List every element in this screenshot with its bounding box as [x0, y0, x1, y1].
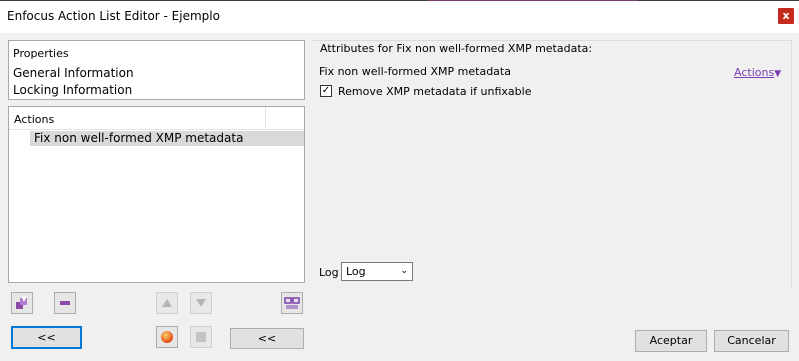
collapse-left-button[interactable]: <<: [11, 326, 82, 349]
actions-list-header: Actions: [9, 107, 304, 130]
properties-header: Properties: [13, 47, 69, 60]
actions-link-label[interactable]: Actions: [734, 66, 774, 79]
add-action-icon: [16, 296, 27, 309]
window-title: Enfocus Action List Editor - Ejemplo: [7, 9, 220, 23]
stop-button[interactable]: [190, 326, 212, 348]
chevron-down-icon[interactable]: ▼: [774, 69, 781, 79]
cancel-button[interactable]: Cancelar: [714, 330, 789, 352]
record-button[interactable]: [156, 326, 178, 348]
move-up-button[interactable]: [156, 292, 178, 314]
action-name: Fix non well-formed XMP metadata: [319, 65, 511, 78]
column-separator[interactable]: [265, 107, 266, 129]
glasses-icon: [284, 297, 300, 309]
attributes-panel: Attributes for Fix non well-formed XMP m…: [311, 40, 792, 287]
title-bar-top-border: [0, 0, 799, 1]
properties-panel: Properties General Information Locking I…: [8, 40, 305, 100]
preview-button[interactable]: [281, 292, 303, 314]
collapse-middle-button[interactable]: <<: [230, 328, 304, 349]
title-bar: Enfocus Action List Editor - Ejemplo x: [0, 0, 799, 33]
move-down-button[interactable]: [190, 292, 212, 314]
actions-dropdown-link[interactable]: Actions▼: [734, 66, 781, 79]
title-bar-accent: [428, 0, 638, 1]
log-select[interactable]: Log ⌄: [341, 262, 413, 281]
actions-list-item-fix-xmp[interactable]: Fix non well-formed XMP metadata: [30, 131, 304, 146]
stop-icon: [196, 332, 206, 342]
close-button[interactable]: x: [778, 8, 794, 24]
actions-list: Actions Fix non well-formed XMP metadata: [8, 106, 305, 283]
ok-button[interactable]: Aceptar: [635, 330, 707, 352]
log-label: Log: [319, 266, 339, 279]
record-icon: [161, 331, 173, 343]
actions-list-header-label: Actions: [14, 113, 55, 126]
add-action-button[interactable]: [11, 292, 33, 314]
remove-xmp-checkbox[interactable]: ✓: [320, 85, 332, 97]
attributes-legend: Attributes for Fix non well-formed XMP m…: [318, 42, 595, 55]
log-select-value[interactable]: Log: [346, 265, 366, 278]
properties-item-general-information[interactable]: General Information: [13, 66, 134, 80]
remove-action-button[interactable]: [54, 292, 76, 314]
chevron-down-icon[interactable]: ⌄: [400, 263, 408, 280]
properties-item-locking-information[interactable]: Locking Information: [13, 83, 132, 97]
remove-action-icon: [60, 301, 70, 305]
move-down-icon: [196, 299, 206, 307]
move-up-icon: [162, 299, 172, 307]
remove-xmp-checkbox-label[interactable]: Remove XMP metadata if unfixable: [338, 85, 531, 98]
